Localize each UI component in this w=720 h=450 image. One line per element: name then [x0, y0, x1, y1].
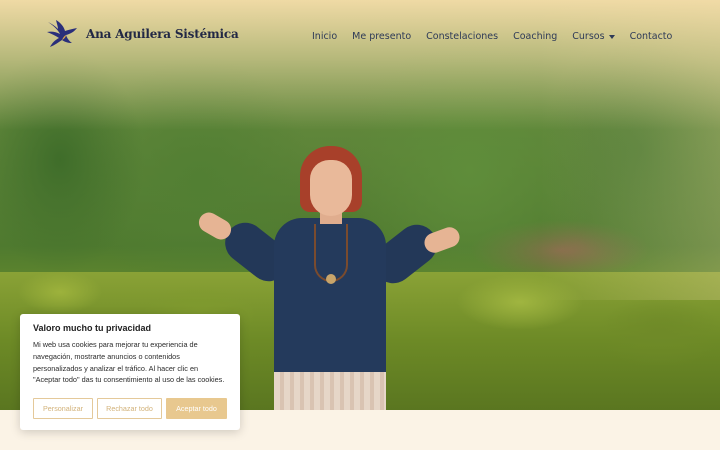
cookie-title: Valoro mucho tu privacidad	[33, 323, 152, 333]
cookie-buttons: Personalizar Rechazar todo Aceptar todo	[33, 398, 227, 419]
caret-down-icon	[608, 34, 615, 39]
accept-all-button[interactable]: Aceptar todo	[166, 398, 227, 419]
cookie-body: Mi web usa cookies para mejorar tu exper…	[33, 340, 225, 385]
site-logo-link[interactable]: Ana Aguilera Sistémica	[44, 16, 239, 52]
brand-name: Ana Aguilera Sistémica	[86, 27, 239, 41]
dove-icon	[47, 20, 77, 47]
nav-item-constelaciones[interactable]: Constelaciones	[426, 31, 498, 42]
nav-item-contacto[interactable]: Contacto	[630, 31, 673, 42]
nav-item-me-presento[interactable]: Me presento	[352, 31, 411, 42]
nav-item-cursos[interactable]: Cursos	[572, 31, 615, 42]
reject-all-button[interactable]: Rechazar todo	[97, 398, 162, 419]
main-nav: Inicio Me presento Constelaciones Coachi…	[312, 31, 672, 42]
nav-item-coaching[interactable]: Coaching	[513, 31, 557, 42]
cookie-consent-banner: Valoro mucho tu privacidad Mi web usa co…	[20, 314, 240, 430]
nav-item-inicio[interactable]: Inicio	[312, 31, 337, 42]
customize-button[interactable]: Personalizar	[33, 398, 93, 419]
